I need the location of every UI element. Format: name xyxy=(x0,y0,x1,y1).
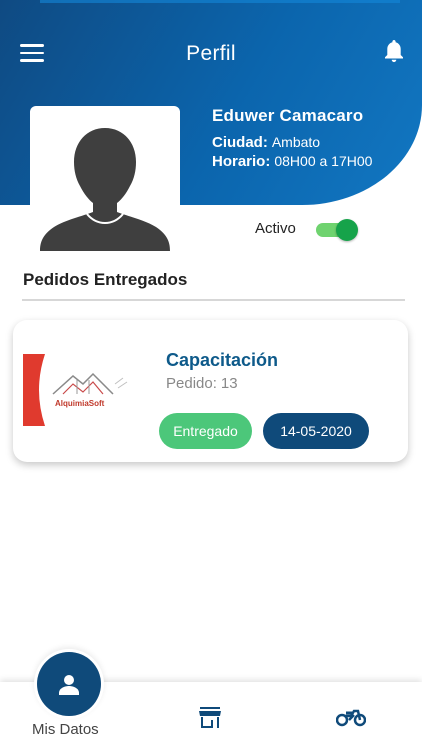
hours-value: 08H00 a 17H00 xyxy=(274,153,373,169)
status-bar-line xyxy=(40,0,400,3)
order-card[interactable]: AlquimiaSoft Capacitación Pedido: 13 Entr… xyxy=(13,320,408,462)
order-number-row: Pedido: 13 xyxy=(166,375,238,392)
logo-text: AlquimiaSoft xyxy=(55,399,105,408)
nav-item-mis-datos[interactable] xyxy=(34,649,104,719)
city-row: Ciudad: Ambato xyxy=(212,134,320,151)
user-silhouette-icon xyxy=(40,128,170,251)
notifications-button[interactable] xyxy=(382,38,406,64)
alquimiasoft-logo-icon xyxy=(23,354,128,426)
city-value: Ambato xyxy=(271,134,321,150)
page-title: Perfil xyxy=(186,42,236,65)
company-logo: AlquimiaSoft xyxy=(23,354,141,426)
hours-row: Horario: 08H00 a 17H00 xyxy=(212,153,372,170)
section-title: Pedidos Entregados xyxy=(23,270,188,289)
person-icon xyxy=(59,675,79,695)
avatar[interactable] xyxy=(30,106,180,251)
toggle-thumb xyxy=(336,219,358,241)
motorcycle-icon xyxy=(335,709,367,727)
status-badge[interactable]: Entregado xyxy=(159,413,252,449)
order-number-label: Pedido: xyxy=(166,375,217,392)
active-status-toggle[interactable] xyxy=(316,219,358,241)
order-title: Capacitación xyxy=(166,350,279,370)
nav-label-mis-datos: Mis Datos xyxy=(32,721,99,738)
user-name: Eduwer Camacaro xyxy=(212,106,364,125)
nav-item-store[interactable] xyxy=(198,706,222,728)
nav-active-indicator xyxy=(37,652,101,716)
nav-item-delivery[interactable] xyxy=(335,707,367,727)
order-number: 13 xyxy=(220,375,238,392)
status-label: Activo xyxy=(255,220,296,237)
section-divider xyxy=(22,299,405,301)
bell-icon xyxy=(385,40,403,63)
hours-label: Horario: xyxy=(212,153,271,170)
store-icon xyxy=(199,707,221,728)
date-badge[interactable]: 14-05-2020 xyxy=(263,413,369,449)
city-label: Ciudad: xyxy=(212,134,268,151)
